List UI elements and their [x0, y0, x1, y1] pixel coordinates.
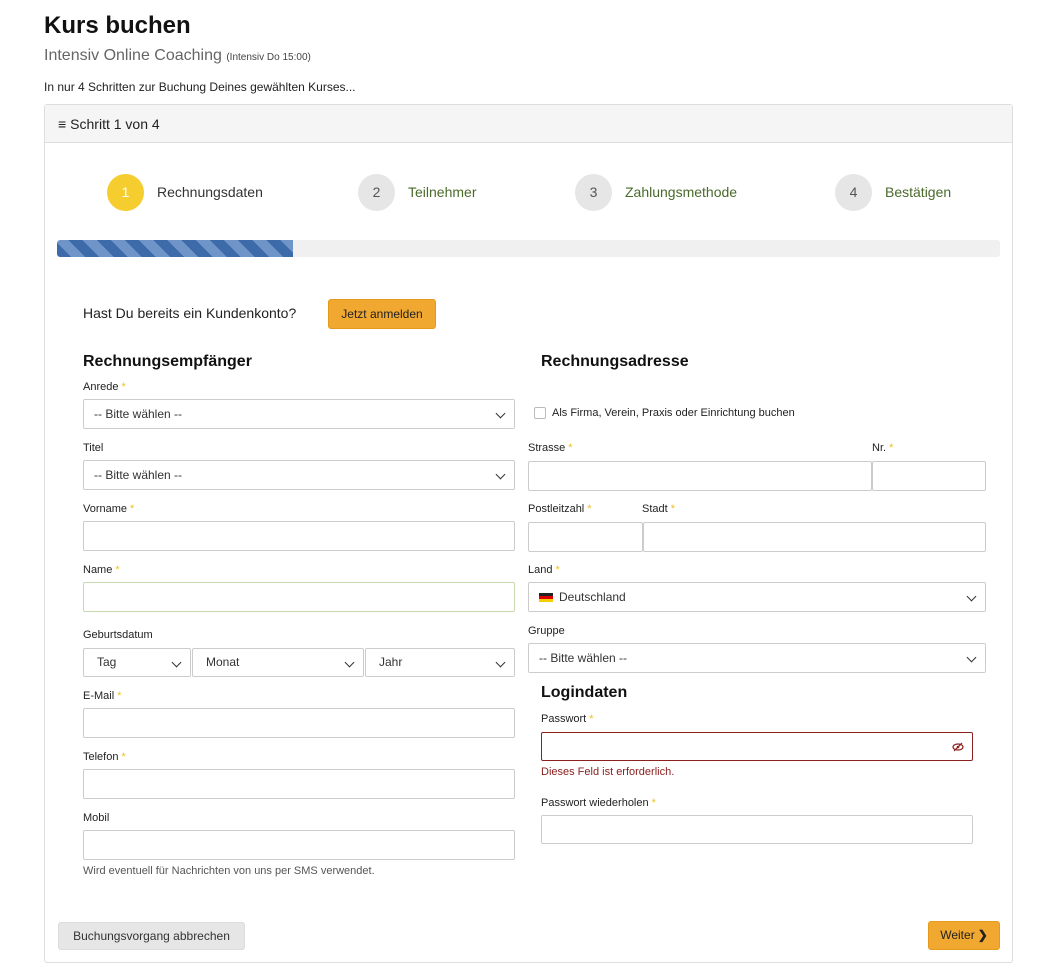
country-value: Deutschland [559, 590, 626, 604]
password-repeat-label: Passwort wiederholen * [541, 797, 656, 809]
password-repeat-input[interactable] [541, 815, 973, 844]
street-input[interactable] [528, 461, 872, 491]
company-checkbox[interactable] [534, 407, 546, 419]
house-number-input[interactable] [872, 461, 986, 491]
city-input[interactable] [643, 522, 986, 552]
country-select[interactable]: Deutschland [528, 582, 986, 612]
cancel-booking-button[interactable]: Buchungsvorgang abbrechen [58, 922, 245, 950]
zip-input[interactable] [528, 522, 643, 552]
germany-flag-icon [539, 593, 553, 603]
title-select[interactable]: -- Bitte wählen -- [83, 460, 515, 490]
recipient-heading: Rechnungsempfänger [83, 353, 252, 370]
group-label: Gruppe [528, 625, 565, 637]
chevron-right-icon: ❯ [977, 928, 988, 942]
salutation-label: Anrede * [83, 381, 126, 393]
step-number: 1 [107, 173, 144, 211]
step-number: 4 [835, 173, 872, 211]
step-2: 2 Teilnehmer [358, 173, 477, 211]
city-label: Stadt * [642, 503, 675, 515]
street-label: Strasse * [528, 442, 573, 454]
title-label: Titel [83, 442, 104, 454]
lastname-input[interactable] [83, 582, 515, 612]
step-number: 3 [575, 173, 612, 211]
booking-panel: ≡ Schritt 1 von 4 1 Rechnungsdaten 2 Teil… [44, 104, 1013, 963]
mobile-input[interactable] [83, 830, 515, 860]
step-label: Bestätigen [885, 184, 952, 200]
zip-label: Postleitzahl * [528, 503, 592, 515]
next-button[interactable]: Weiter ❯ [928, 921, 1000, 950]
salutation-select[interactable]: -- Bitte wählen -- [83, 399, 515, 429]
birth-day-select[interactable]: Tag [83, 648, 191, 677]
address-heading: Rechnungsadresse [541, 353, 689, 370]
email-label: E-Mail * [83, 690, 122, 702]
course-name: Intensiv Online Coaching [44, 47, 222, 64]
login-button[interactable]: Jetzt anmelden [328, 299, 436, 329]
phone-label: Telefon * [83, 751, 126, 763]
account-question: Hast Du bereits ein Kundenkonto? [83, 305, 297, 321]
step-1: 1 Rechnungsdaten [107, 173, 263, 211]
intro-text: In nur 4 Schritten zur Buchung Deines ge… [44, 80, 356, 94]
step-number: 2 [358, 173, 395, 211]
menu-icon: ≡ [58, 116, 67, 132]
step-3: 3 Zahlungsmethode [575, 173, 738, 211]
birthdate-label: Geburtsdatum [83, 629, 153, 641]
mobile-label: Mobil [83, 812, 110, 824]
page-title: Kurs buchen [44, 12, 191, 39]
step-4: 4 Bestätigen [835, 173, 952, 211]
step-label: Zahlungsmethode [625, 184, 738, 200]
number-label: Nr. * [872, 442, 894, 454]
group-select[interactable]: -- Bitte wählen -- [528, 643, 986, 673]
logindata-heading: Logindaten [541, 684, 628, 701]
password-input[interactable] [541, 732, 973, 761]
step-indicator: Schritt 1 von 4 [70, 116, 160, 132]
mobile-hint: Wird eventuell für Nachrichten von uns p… [83, 865, 375, 877]
course-schedule: (Intensiv Do 15:00) [226, 52, 311, 63]
password-error: Dieses Feld ist erforderlich. [541, 766, 675, 778]
progress-fill [57, 240, 293, 257]
firstname-input[interactable] [83, 521, 515, 551]
step-label: Teilnehmer [408, 184, 477, 200]
country-label: Land * [528, 564, 560, 576]
email-input[interactable] [83, 708, 515, 738]
firstname-label: Vorname * [83, 503, 135, 515]
company-checkbox-label: Als Firma, Verein, Praxis oder Einrichtu… [552, 407, 795, 419]
lastname-label: Name * [83, 564, 120, 576]
phone-input[interactable] [83, 769, 515, 799]
password-label: Passwort * [541, 713, 594, 725]
birth-year-select[interactable]: Jahr [365, 648, 515, 677]
eye-slash-icon[interactable] [952, 741, 964, 753]
step-label: Rechnungsdaten [157, 184, 263, 200]
course-subtitle: Intensiv Online Coaching (Intensiv Do 15… [44, 47, 311, 65]
birth-month-select[interactable]: Monat [192, 648, 364, 677]
progress-bar [57, 240, 1000, 257]
panel-header: ≡ Schritt 1 von 4 [45, 105, 1012, 143]
